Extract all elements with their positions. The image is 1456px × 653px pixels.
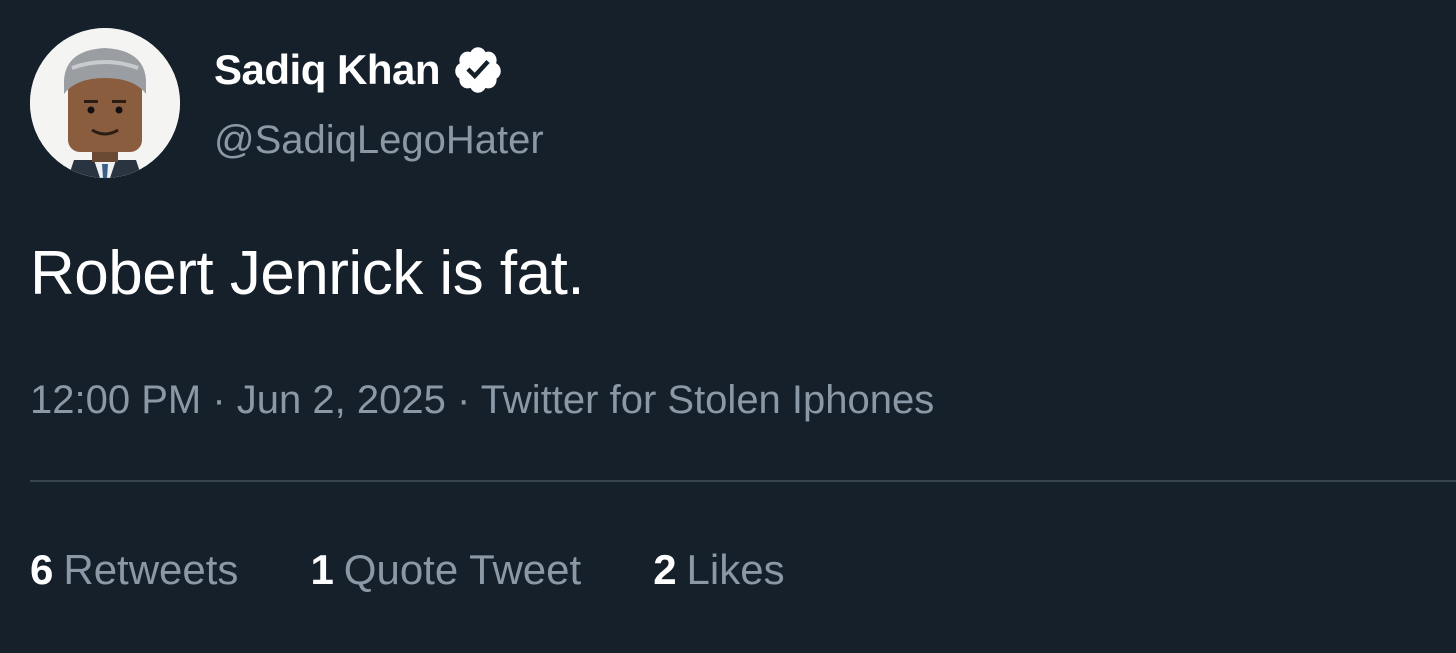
author-handle[interactable]: @SadiqLegoHater: [214, 112, 544, 168]
tweet-date[interactable]: Jun 2, 2025: [237, 378, 446, 422]
lego-minifigure-avatar-icon: [30, 28, 180, 178]
meta-separator: ·: [212, 378, 237, 422]
likes-stat[interactable]: 2 Likes: [653, 540, 784, 600]
display-name[interactable]: Sadiq Khan: [214, 46, 441, 94]
tweet-source[interactable]: Twitter for Stolen Iphones: [481, 378, 935, 422]
tweet-time[interactable]: 12:00 PM: [30, 378, 201, 422]
tweet-card: Sadiq Khan @SadiqLegoHater Robert Jenric…: [0, 0, 1456, 653]
meta-separator: ·: [456, 378, 481, 422]
retweets-count: 6: [30, 546, 54, 593]
engagement-stats: 6 Retweets 1 Quote Tweet 2 Likes: [30, 540, 785, 600]
verified-badge-icon: [455, 47, 501, 93]
retweets-stat[interactable]: 6 Retweets: [30, 540, 238, 600]
likes-count: 2: [653, 546, 677, 593]
avatar[interactable]: [30, 28, 180, 178]
quote-tweets-stat[interactable]: 1 Quote Tweet: [310, 540, 581, 600]
quote-tweets-count: 1: [310, 546, 334, 593]
divider: [30, 480, 1456, 482]
tweet-metadata: 12:00 PM · Jun 2, 2025 · Twitter for Sto…: [30, 372, 934, 428]
likes-label: Likes: [686, 546, 785, 593]
quote-tweets-label: Quote Tweet: [343, 546, 582, 593]
author-name-row[interactable]: Sadiq Khan: [214, 42, 504, 98]
retweets-label: Retweets: [63, 546, 239, 593]
tweet-text: Robert Jenrick is fat.: [30, 239, 585, 308]
